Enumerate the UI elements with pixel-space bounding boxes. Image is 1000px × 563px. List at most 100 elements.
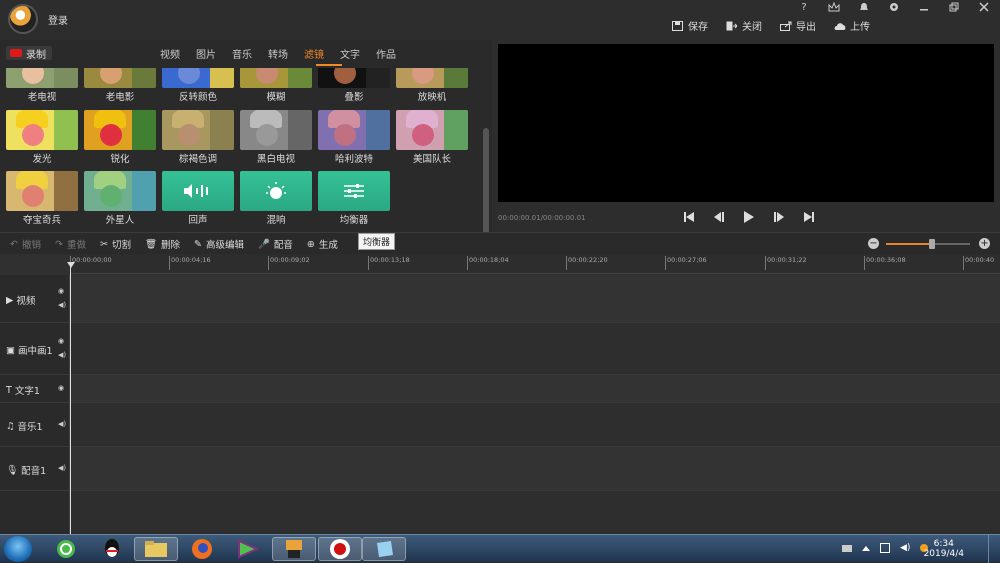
generate-button[interactable]: ⊕ 生成 — [306, 237, 338, 252]
close-label: 关闭 — [742, 22, 762, 33]
start-button-icon[interactable] — [4, 536, 32, 562]
show-desktop-button[interactable] — [988, 535, 1000, 563]
speaker-icon[interactable]: ◀) — [58, 301, 66, 309]
speaker-icon[interactable]: ◀) — [58, 464, 66, 472]
play-icon[interactable] — [742, 210, 756, 224]
skip-end-icon[interactable] — [802, 210, 816, 224]
speaker-icon[interactable]: ◀) — [58, 351, 66, 359]
close-icon[interactable] — [976, 2, 992, 14]
record-button[interactable]: 录制 — [6, 46, 52, 61]
close-button[interactable]: 关闭 — [726, 18, 762, 33]
filter-item[interactable]: 发光 — [6, 110, 78, 165]
filter-item[interactable]: 均衡器 — [318, 171, 390, 226]
zoom-out-icon[interactable]: − — [868, 238, 879, 249]
video-editor-window: 登录 ? 保存 关闭 导出 上传 录制 视频 图片 音乐 转场 滤镜 文字 作品… — [0, 0, 1000, 534]
filter-item[interactable]: 美国队长 — [396, 110, 468, 165]
timeline-ruler[interactable]: 00:00:00;00 00:00:04;16 00:00:09;02 00:0… — [70, 254, 1000, 274]
tray-expand-icon[interactable] — [862, 546, 870, 551]
save-button[interactable]: 保存 — [672, 18, 708, 33]
eye-icon[interactable]: ◉ — [58, 287, 64, 295]
taskbar-app[interactable] — [44, 537, 88, 561]
filter-item[interactable]: 夺宝奇兵 — [6, 171, 78, 226]
eye-icon[interactable]: ◉ — [58, 337, 64, 345]
tab-filter[interactable]: 滤镜 — [304, 46, 324, 61]
filter-item[interactable]: 放映机 — [396, 68, 468, 103]
filter-label: 外星人 — [105, 215, 135, 226]
filter-item[interactable]: 黑白电视 — [240, 110, 312, 165]
filter-item[interactable]: 锐化 — [84, 110, 156, 165]
login-link[interactable]: 登录 — [48, 12, 68, 27]
track-lane[interactable] — [70, 491, 1000, 534]
filter-item[interactable]: 模糊 — [240, 68, 312, 103]
track-empty — [0, 491, 1000, 534]
filter-item[interactable]: 混响 — [240, 171, 312, 226]
delete-button[interactable]: 🗑 删除 — [145, 237, 180, 252]
taskbar-app[interactable] — [318, 537, 362, 561]
minimize-icon[interactable] — [916, 2, 932, 14]
taskbar-app[interactable] — [180, 537, 224, 561]
speaker-icon[interactable]: ◀) — [58, 420, 66, 428]
keyboard-icon[interactable] — [842, 545, 852, 552]
track-lane[interactable] — [70, 403, 1000, 447]
zoom-in-icon[interactable]: + — [979, 238, 990, 249]
network-icon[interactable] — [880, 543, 890, 553]
redo-button[interactable]: ↷ 重做 — [55, 237, 86, 252]
timeline-zoom-slider[interactable]: − + — [868, 237, 990, 251]
next-frame-icon[interactable] — [772, 210, 786, 224]
filter-item[interactable]: 老电影 — [84, 68, 156, 103]
generate-icon: ⊕ — [306, 238, 315, 250]
track-lane[interactable] — [70, 275, 1000, 323]
eye-icon[interactable]: ◉ — [58, 384, 64, 392]
taskbar-app[interactable] — [90, 537, 134, 561]
taskbar-app[interactable] — [226, 537, 270, 561]
settings-icon[interactable] — [886, 2, 902, 14]
echo-icon — [162, 171, 234, 211]
export-button[interactable]: 导出 — [780, 18, 816, 33]
bell-icon[interactable] — [856, 2, 872, 14]
track-header: ▶ 视频 ◉ ◀) — [0, 275, 70, 323]
zoom-knob[interactable] — [929, 239, 936, 249]
dub-button[interactable]: 🎤 配音 — [258, 237, 293, 252]
track-lane[interactable] — [70, 447, 1000, 491]
filter-item[interactable]: 叠影 — [318, 68, 390, 103]
filter-item[interactable]: 老电视 — [6, 68, 78, 103]
track-lane[interactable] — [70, 323, 1000, 375]
clock-date: 2019/4/4 — [923, 549, 964, 559]
upload-button[interactable]: 上传 — [834, 18, 870, 33]
cut-button[interactable]: ✂ 切割 — [100, 237, 131, 252]
advanced-edit-button[interactable]: ✎ 高级编辑 — [194, 237, 245, 252]
video-preview[interactable] — [498, 44, 994, 202]
tab-transition[interactable]: 转场 — [268, 46, 288, 61]
playhead[interactable] — [67, 262, 75, 534]
filter-item[interactable]: 棕褐色调 — [162, 110, 234, 165]
export-label: 导出 — [796, 22, 816, 33]
ruler-tick: 00:00:27;06 — [665, 256, 707, 270]
tab-video[interactable]: 视频 — [160, 46, 180, 61]
advanced-edit-label: 高级编辑 — [206, 240, 245, 251]
filter-item[interactable]: 回声 — [162, 171, 234, 226]
filter-label: 棕褐色调 — [178, 154, 217, 165]
taskbar-app[interactable] — [362, 537, 406, 561]
tab-text[interactable]: 文字 — [340, 46, 360, 61]
undo-button[interactable]: ↶ 撤销 — [10, 237, 41, 252]
crown-icon[interactable] — [826, 1, 842, 14]
track-music: ♫ 音乐1 ◀) — [0, 403, 1000, 447]
tab-music[interactable]: 音乐 — [232, 46, 252, 61]
track-lane[interactable] — [70, 375, 1000, 403]
taskbar-app[interactable] — [134, 537, 178, 561]
clock[interactable]: 6:34 2019/4/4 — [924, 539, 964, 559]
ruler-tick: 00:00:13;18 — [368, 256, 410, 270]
restore-icon[interactable] — [946, 2, 962, 14]
filter-thumbnail — [84, 171, 156, 211]
filter-item[interactable]: 反转颜色 — [162, 68, 234, 103]
help-icon[interactable]: ? — [796, 2, 812, 14]
filter-item[interactable]: 哈利波特 — [318, 110, 390, 165]
prev-frame-icon[interactable] — [712, 210, 726, 224]
tab-image[interactable]: 图片 — [196, 46, 216, 61]
filter-item[interactable]: 外星人 — [84, 171, 156, 226]
volume-icon[interactable]: ◀) — [900, 543, 910, 553]
app-logo-icon[interactable] — [8, 4, 38, 34]
skip-start-icon[interactable] — [682, 210, 696, 224]
tab-works[interactable]: 作品 — [376, 46, 396, 61]
taskbar-app[interactable] — [272, 537, 316, 561]
